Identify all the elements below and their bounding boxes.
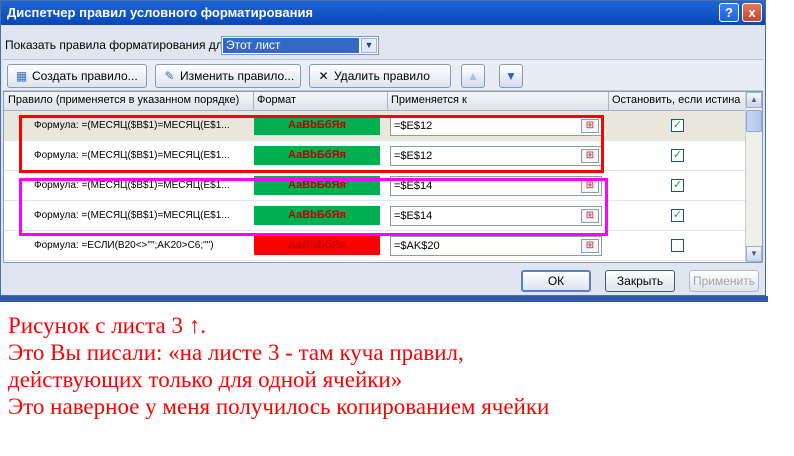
stop-if-true-checkbox[interactable]: ✓ <box>671 179 684 192</box>
format-preview: АаВbБбЯя <box>254 146 380 165</box>
vertical-scrollbar[interactable]: ▲ ▼ <box>745 92 762 262</box>
apply-button[interactable]: Применить <box>689 270 759 292</box>
new-rule-icon: ▦ <box>15 69 28 83</box>
ok-button[interactable]: ОК <box>521 270 591 292</box>
rule-description: Формула: =(МЕСЯЦ($B$1)=МЕСЯЦ(E$1... <box>34 180 230 191</box>
rule-description: Формула: =(МЕСЯЦ($B$1)=МЕСЯЦ(E$1... <box>34 210 230 221</box>
rule-description: Формула: =(МЕСЯЦ($B$1)=МЕСЯЦ(E$1... <box>34 150 230 161</box>
delete-icon: ✕ <box>318 69 329 83</box>
stop-if-true-checkbox[interactable]: ✓ <box>671 119 684 132</box>
create-rule-button[interactable]: ▦ Создать правило... <box>7 64 147 88</box>
range-picker-icon[interactable]: ⊞ <box>581 119 599 133</box>
stop-if-true-checkbox[interactable]: ✓ <box>671 209 684 222</box>
table-row[interactable]: Формула: =ЕСЛИ(B20<>"";AK20>C6;"") АаВbБ… <box>4 231 746 261</box>
annotation-line: действующих только для одной ячейки» <box>8 367 403 392</box>
applies-to-field[interactable]: =$E$12 ⊞ <box>390 116 602 136</box>
title-bar[interactable]: Диспетчер правил условного форматировани… <box>1 1 765 25</box>
applies-to-value: =$E$12 <box>394 150 433 162</box>
applies-to-field[interactable]: =$E$14 ⊞ <box>390 176 602 196</box>
stop-if-true-checkbox[interactable]: ✓ <box>671 149 684 162</box>
show-rules-label: Показать правила форматирования для: <box>5 38 233 52</box>
close-icon[interactable]: x <box>742 3 762 22</box>
annotation-line: Это наверное у меня получилось копирован… <box>8 394 550 419</box>
table-header: Правило (применяется в указанном порядке… <box>4 92 746 111</box>
format-preview: АаВbБбЯя <box>254 116 380 135</box>
annotation-line: Это Вы писали: «на листе 3 - там куча пр… <box>8 340 464 365</box>
table-row[interactable]: Формула: =(МЕСЯЦ($B$1)=МЕСЯЦ(E$1... АаВb… <box>4 111 746 141</box>
delete-rule-button[interactable]: ✕ Удалить правило <box>309 64 451 88</box>
close-button[interactable]: Закрыть <box>605 270 675 292</box>
applies-to-field[interactable]: =$E$12 ⊞ <box>390 146 602 166</box>
help-icon[interactable]: ? <box>719 3 739 22</box>
scope-selected-value: Этот лист <box>223 38 359 53</box>
rule-description: Формула: =(МЕСЯЦ($B$1)=МЕСЯЦ(E$1... <box>34 120 230 131</box>
window-title: Диспетчер правил условного форматировани… <box>7 5 314 20</box>
column-header-stop-if-true[interactable]: Остановить, если истина <box>612 94 740 106</box>
applies-to-value: =$AK$20 <box>394 240 440 252</box>
table-row[interactable]: Формула: =(МЕСЯЦ($B$1)=МЕСЯЦ(E$1... АаВb… <box>4 201 746 231</box>
scroll-thumb[interactable] <box>746 110 762 132</box>
column-header-rule[interactable]: Правило (применяется в указанном порядке… <box>8 94 239 106</box>
format-preview: АаВbБбЯя <box>254 176 380 195</box>
applies-to-field[interactable]: =$AK$20 ⊞ <box>390 236 602 256</box>
range-picker-icon[interactable]: ⊞ <box>581 179 599 193</box>
format-preview: АаВbБбЯя <box>254 236 380 255</box>
scope-select[interactable]: Этот лист ▼ <box>221 36 379 55</box>
arrow-up-icon[interactable]: ▲ <box>461 64 485 88</box>
rules-table: Правило (применяется в указанном порядке… <box>3 91 763 263</box>
applies-to-value: =$E$14 <box>394 210 433 222</box>
edit-rule-label: Изменить правило... <box>180 69 295 83</box>
edit-rule-button[interactable]: ✎ Изменить правило... <box>155 64 301 88</box>
annotation-text: Рисунок с листа 3 ↑. Это Вы писали: «на … <box>8 312 549 420</box>
create-rule-label: Создать правило... <box>32 69 138 83</box>
column-header-applies-to[interactable]: Применяется к <box>391 94 467 106</box>
range-picker-icon[interactable]: ⊞ <box>581 149 599 163</box>
applies-to-value: =$E$12 <box>394 120 433 132</box>
scroll-up-icon[interactable]: ▲ <box>746 92 762 108</box>
column-header-format[interactable]: Формат <box>257 94 296 106</box>
rule-description: Формула: =ЕСЛИ(B20<>"";AK20>C6;"") <box>34 240 214 251</box>
delete-rule-label: Удалить правило <box>334 69 430 83</box>
conditional-formatting-rules-dialog: Диспетчер правил условного форматировани… <box>0 0 766 296</box>
chevron-down-icon[interactable]: ▼ <box>361 38 377 53</box>
applies-to-field[interactable]: =$E$14 ⊞ <box>390 206 602 226</box>
range-picker-icon[interactable]: ⊞ <box>581 209 599 223</box>
arrow-down-icon[interactable]: ▼ <box>499 64 523 88</box>
stop-if-true-checkbox[interactable] <box>671 239 684 252</box>
spreadsheet-strip <box>0 296 768 302</box>
edit-rule-icon: ✎ <box>164 69 175 83</box>
rules-toolbar: ▦ Создать правило... ✎ Изменить правило.… <box>3 59 763 91</box>
range-picker-icon[interactable]: ⊞ <box>581 239 599 253</box>
applies-to-value: =$E$14 <box>394 180 433 192</box>
scroll-down-icon[interactable]: ▼ <box>746 246 762 262</box>
annotation-line: Рисунок с листа 3 ↑. <box>8 313 206 338</box>
table-row[interactable]: Формула: =(МЕСЯЦ($B$1)=МЕСЯЦ(E$1... АаВb… <box>4 141 746 171</box>
format-preview: АаВbБбЯя <box>254 206 380 225</box>
table-row[interactable]: Формула: =(МЕСЯЦ($B$1)=МЕСЯЦ(E$1... АаВb… <box>4 171 746 201</box>
